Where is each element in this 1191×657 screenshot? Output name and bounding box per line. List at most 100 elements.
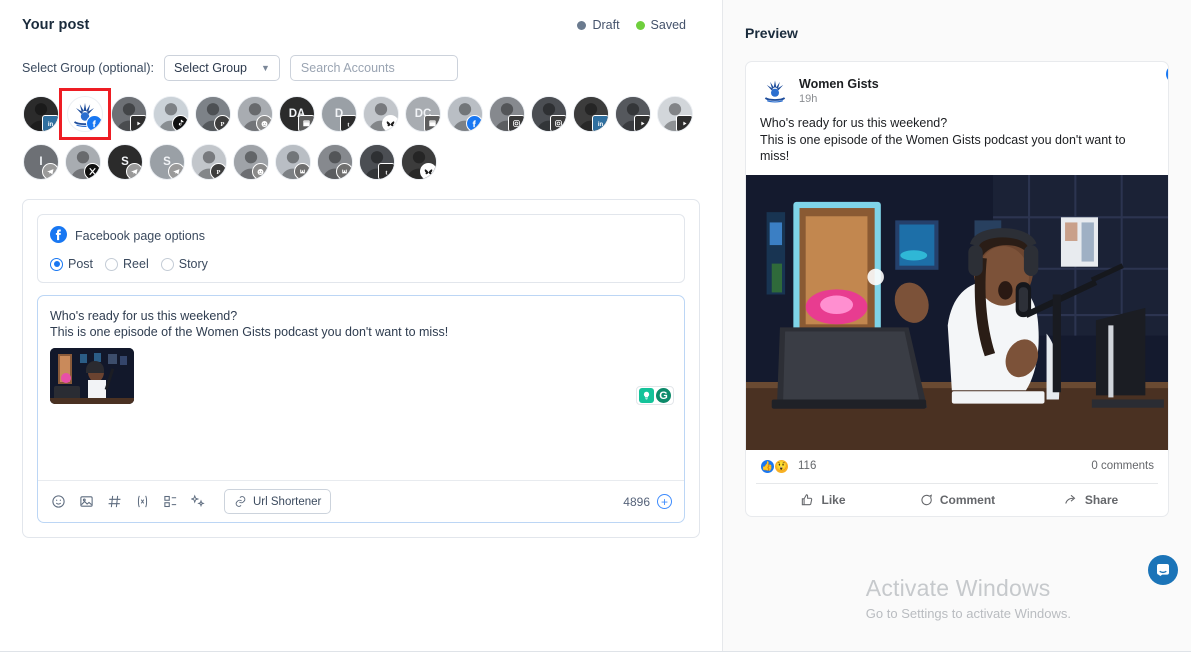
post-text-editor[interactable]: Who's ready for us this weekend? This is… xyxy=(37,295,685,523)
grammarly-bulb-icon xyxy=(639,388,654,403)
podcast-studio-photo xyxy=(746,174,1168,450)
attached-media-thumbnail[interactable] xyxy=(50,348,134,404)
avatar-row-2: I SS Pt xyxy=(20,139,700,185)
account-avatar-facebook-selected[interactable] xyxy=(59,88,111,140)
svg-text:t: t xyxy=(347,121,350,128)
tumblr-badge-icon: t xyxy=(378,163,394,179)
window-bottom-strip xyxy=(0,651,1191,657)
facebook-network-icon xyxy=(1166,65,1168,88)
share-icon xyxy=(1065,494,1076,504)
svg-text:in: in xyxy=(48,122,54,128)
emoji-icon[interactable] xyxy=(50,493,67,510)
account-avatar-pinterest[interactable]: P xyxy=(192,93,234,135)
preview-post-body: Who's ready for us this weekend? This is… xyxy=(746,106,1168,175)
url-shortener-label: Url Shortener xyxy=(253,495,322,508)
comment-button[interactable]: Comment xyxy=(890,484,1024,516)
account-avatar-x[interactable] xyxy=(62,141,104,183)
chat-icon xyxy=(1157,564,1169,576)
account-avatar-mastodon[interactable] xyxy=(314,141,356,183)
poll-icon[interactable] xyxy=(162,493,179,510)
editor-line-2: This is one episode of the Women Gists p… xyxy=(50,325,449,339)
avatar xyxy=(237,96,273,132)
account-avatar-pinterest[interactable]: P xyxy=(188,141,230,183)
radio-reel[interactable]: Reel xyxy=(105,257,149,271)
variable-icon[interactable] xyxy=(134,493,151,510)
facebook-badge-icon xyxy=(86,115,102,131)
account-avatar-bluesky[interactable] xyxy=(398,141,440,183)
linkedin-badge-icon: in xyxy=(42,115,58,131)
grammarly-badge[interactable]: G xyxy=(636,386,674,405)
char-count-value: 4896 xyxy=(623,494,650,509)
radio-post-label: Post xyxy=(68,257,94,271)
account-avatar-linkedin[interactable]: in xyxy=(570,93,612,135)
radio-reel-circle-icon xyxy=(105,257,119,271)
account-avatar-gmb[interactable]: DC xyxy=(402,93,444,135)
status-indicators: Draft Saved xyxy=(577,18,686,32)
account-avatar-linkedin[interactable]: in xyxy=(20,93,62,135)
editor-text-content[interactable]: Who's ready for us this weekend? This is… xyxy=(38,296,684,340)
account-avatar-instagram[interactable] xyxy=(528,93,570,135)
account-avatar-youtube[interactable] xyxy=(654,93,696,135)
account-avatar-telegram[interactable]: S xyxy=(104,141,146,183)
select-group-dropdown[interactable]: Select Group ▼ xyxy=(164,55,280,81)
account-avatar-instagram[interactable] xyxy=(486,93,528,135)
page-title: Your post xyxy=(22,17,90,33)
character-counter: 4896 + xyxy=(623,494,672,509)
search-accounts-input[interactable] xyxy=(289,55,458,81)
account-avatar-youtube[interactable] xyxy=(108,93,150,135)
avatar: S xyxy=(149,144,185,180)
group-selection-row: Select Group (optional): Select Group ▼ xyxy=(0,33,722,81)
watermark-subtitle: Go to Settings to activate Windows. xyxy=(865,606,1071,621)
facebook-post-type-radios: Post Reel Story xyxy=(50,257,672,271)
hashtag-icon[interactable] xyxy=(106,493,123,510)
account-avatar-facebook[interactable] xyxy=(444,93,486,135)
gmb-badge-icon xyxy=(424,115,440,131)
account-avatar-reddit[interactable] xyxy=(230,141,272,183)
select-group-label: Select Group (optional): xyxy=(22,61,155,75)
women-gists-logo-icon xyxy=(764,80,786,103)
image-icon[interactable] xyxy=(78,493,95,510)
account-avatar-tiktok[interactable] xyxy=(150,93,192,135)
reaction-summary: 👍 😲 116 xyxy=(760,458,816,474)
account-avatar-tumblr[interactable]: Dt xyxy=(318,93,360,135)
add-variant-button[interactable]: + xyxy=(657,494,672,509)
url-shortener-button[interactable]: Url Shortener xyxy=(224,489,332,514)
chevron-down-icon: ▼ xyxy=(260,63,270,73)
thumbnail-image xyxy=(50,348,134,404)
avatar: t xyxy=(359,144,395,180)
like-button[interactable]: Like xyxy=(756,484,890,516)
account-avatar-youtube[interactable] xyxy=(612,93,654,135)
youtube-badge-icon xyxy=(634,115,650,131)
gmb-badge-icon xyxy=(298,115,314,131)
reddit-badge-icon xyxy=(252,163,268,179)
svg-text:t: t xyxy=(385,169,388,176)
post-composer-app: Your post Draft Saved Select Group (opti… xyxy=(0,0,1191,657)
svg-text:P: P xyxy=(217,169,221,176)
account-avatar-bluesky[interactable] xyxy=(360,93,402,135)
account-avatar-reddit[interactable] xyxy=(234,93,276,135)
avatar: Dt xyxy=(321,96,357,132)
account-avatar-tumblr[interactable]: t xyxy=(356,141,398,183)
preview-action-bar: Like Comment Share xyxy=(756,482,1158,516)
pinterest-badge-icon: P xyxy=(210,163,226,179)
facebook-options-title: Facebook page options xyxy=(75,229,205,243)
radio-story[interactable]: Story xyxy=(160,257,208,271)
chat-widget-button[interactable] xyxy=(1148,555,1178,585)
comment-icon xyxy=(921,493,932,505)
preview-panel: Preview Women Gists 19h Who's ready for … xyxy=(723,0,1191,657)
share-button[interactable]: Share xyxy=(1024,484,1158,516)
status-badge-draft: Draft xyxy=(577,18,620,32)
account-avatar-telegram[interactable]: S xyxy=(146,141,188,183)
avatar xyxy=(489,96,525,132)
avatar xyxy=(760,76,790,106)
select-group-value: Select Group xyxy=(174,61,247,75)
avatar: P xyxy=(191,144,227,180)
like-label: Like xyxy=(821,492,846,507)
ai-sparkle-icon[interactable] xyxy=(190,493,207,510)
account-avatar-telegram[interactable]: I xyxy=(20,141,62,183)
tiktok-badge-icon xyxy=(172,115,188,131)
account-avatar-gmb[interactable]: DA xyxy=(276,93,318,135)
editor-line-1: Who's ready for us this weekend? xyxy=(50,309,238,323)
radio-post[interactable]: Post xyxy=(50,257,93,271)
account-avatar-mastodon[interactable] xyxy=(272,141,314,183)
